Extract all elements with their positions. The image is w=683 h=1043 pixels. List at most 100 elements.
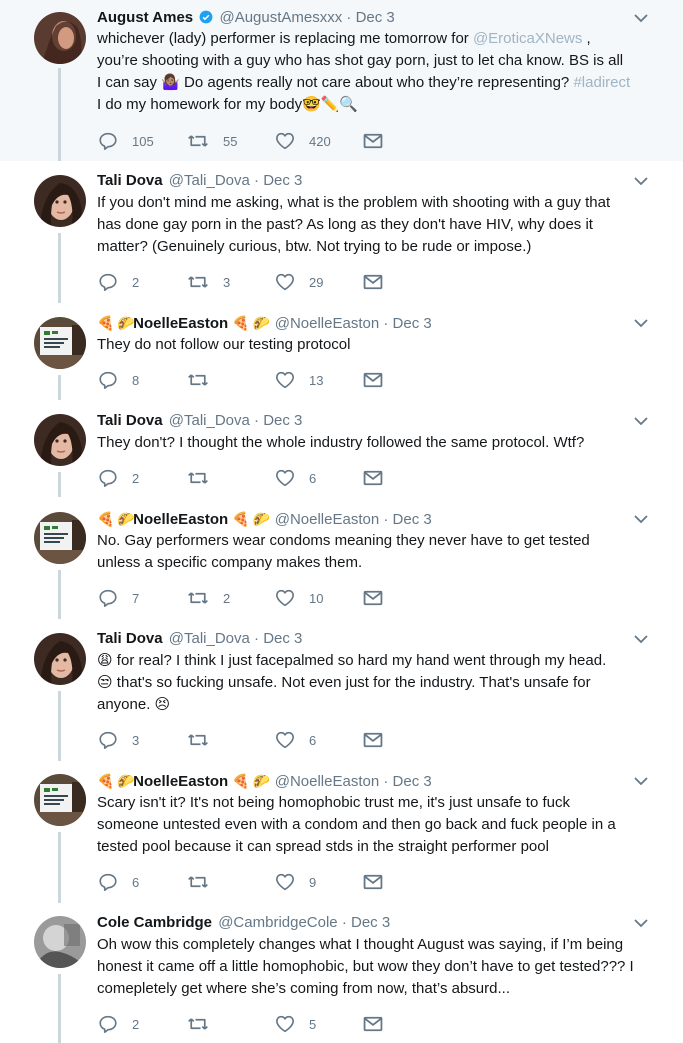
mention-link[interactable]: @EroticaXNews [473,30,582,47]
like-count: 420 [309,133,331,149]
reply-icon [98,132,118,150]
retweet-button[interactable]: 3 [187,271,230,293]
pizza-emoji-icon: 🍕 [232,315,250,331]
display-name[interactable]: Cole Cambridge [97,914,212,931]
reply-count: 2 [132,1016,140,1032]
tweet-text-line: has done gay porn in the past? As long a… [97,216,593,233]
avatar[interactable] [34,774,86,826]
reply-icon [98,273,118,291]
retweet-count: 55 [223,133,238,149]
tweet-actions: 7 2 10 [98,587,398,609]
chevron-down-icon[interactable] [634,773,648,791]
username[interactable]: @NoelleEaston [275,511,379,528]
display-name[interactable]: NoelleEaston [133,315,228,332]
reply-button[interactable]: 105 [98,130,154,152]
hashtag-link[interactable]: #ladirect [573,74,630,91]
tweet-text-line: someone untested even with a condom and … [97,816,616,833]
reply-button[interactable]: 8 [98,369,139,391]
direct-message-button[interactable] [363,369,383,391]
reply-count: 3 [132,732,140,748]
reply-button[interactable]: 2 [98,1013,139,1035]
username[interactable]: @NoelleEaston [275,773,379,790]
tweet-tali-dova[interactable]: Tali Dova @Tali_Dova · Dec 3 If you don'… [0,161,683,303]
retweet-button[interactable]: 55 [187,130,237,152]
separator-dot: · [383,511,389,528]
tweet-tali-dova[interactable]: Tali Dova @Tali_Dova · Dec 3 😩 for real?… [0,619,683,761]
like-button[interactable]: 29 [275,271,323,293]
chevron-down-icon[interactable] [634,631,648,649]
chevron-down-icon[interactable] [634,10,648,28]
display-name[interactable]: Tali Dova [97,172,163,189]
retweet-button[interactable] [187,729,209,751]
username[interactable]: @Tali_Dova [169,172,250,189]
avatar[interactable] [34,317,86,369]
avatar[interactable] [34,414,86,466]
like-button[interactable]: 10 [275,587,323,609]
tweet-august-ames[interactable]: August Ames @AugustAmesxxx · Dec 3 which… [0,0,683,161]
direct-message-button[interactable] [363,130,383,152]
chevron-down-icon[interactable] [634,173,648,191]
retweet-icon [187,731,209,749]
display-name[interactable]: August Ames [97,9,193,26]
tweet-noelle-easton[interactable]: 🍕 🌮NoelleEaston 🍕 🌮 @NoelleEaston · Dec … [0,761,683,903]
tweet-cole-cambridge[interactable]: Cole Cambridge @CambridgeCole · Dec 3 Oh… [0,903,683,1043]
timestamp[interactable]: Dec 3 [393,773,432,790]
reply-count: 2 [132,470,140,486]
retweet-button[interactable] [187,1013,209,1035]
chevron-down-icon[interactable] [634,511,648,529]
avatar[interactable] [34,916,86,968]
tweet-actions: 26 [98,467,398,489]
reply-button[interactable]: 7 [98,587,139,609]
display-name[interactable]: Tali Dova [97,630,163,647]
direct-message-button[interactable] [363,1013,383,1035]
retweet-button[interactable] [187,467,209,489]
display-name[interactable]: NoelleEaston [133,511,228,528]
avatar[interactable] [34,12,86,64]
like-button[interactable]: 6 [275,729,316,751]
display-name[interactable]: Tali Dova [97,412,163,429]
timestamp[interactable]: Dec 3 [356,9,395,26]
retweet-button[interactable] [187,871,209,893]
avatar[interactable] [34,175,86,227]
like-button[interactable]: 5 [275,1013,316,1035]
timestamp[interactable]: Dec 3 [263,172,302,189]
reply-button[interactable]: 3 [98,729,139,751]
envelope-icon [363,874,383,890]
chevron-down-icon[interactable] [634,315,648,333]
tweet-text-line: matter? (Genuinely curious, btw. Not try… [97,238,532,255]
like-button[interactable]: 420 [275,130,331,152]
tweet-noelle-easton[interactable]: 🍕 🌮NoelleEaston 🍕 🌮 @NoelleEaston · Dec … [0,497,683,619]
username[interactable]: @Tali_Dova [169,412,250,429]
like-button[interactable]: 6 [275,467,316,489]
display-name[interactable]: NoelleEaston [133,773,228,790]
like-button[interactable]: 9 [275,871,316,893]
timestamp[interactable]: Dec 3 [393,315,432,332]
reply-button[interactable]: 2 [98,467,139,489]
username[interactable]: @CambridgeCole [218,914,337,931]
reply-button[interactable]: 2 [98,271,139,293]
username[interactable]: @NoelleEaston [275,315,379,332]
chevron-down-icon[interactable] [634,915,648,933]
retweet-button[interactable] [187,369,209,391]
tweet-tali-dova[interactable]: Tali Dova @Tali_Dova · Dec 3 They don't?… [0,400,683,497]
direct-message-button[interactable] [363,871,383,893]
timestamp[interactable]: Dec 3 [263,412,302,429]
timestamp[interactable]: Dec 3 [263,630,302,647]
direct-message-button[interactable] [363,729,383,751]
retweet-button[interactable]: 2 [187,587,230,609]
like-button[interactable]: 13 [275,369,323,391]
timestamp[interactable]: Dec 3 [351,914,390,931]
username[interactable]: @AugustAmesxxx [219,9,342,26]
direct-message-button[interactable] [363,467,383,489]
tweet-noelle-easton[interactable]: 🍕 🌮NoelleEaston 🍕 🌮 @NoelleEaston · Dec … [0,303,683,400]
avatar[interactable] [34,512,86,564]
reply-count: 8 [132,372,140,388]
username[interactable]: @Tali_Dova [169,630,250,647]
reply-button[interactable]: 6 [98,871,139,893]
tweet-text-line: 😒 that's so fucking unsafe. Not even jus… [97,674,591,691]
chevron-down-icon[interactable] [634,413,648,431]
avatar[interactable] [34,633,86,685]
timestamp[interactable]: Dec 3 [393,511,432,528]
direct-message-button[interactable] [363,587,383,609]
direct-message-button[interactable] [363,271,383,293]
